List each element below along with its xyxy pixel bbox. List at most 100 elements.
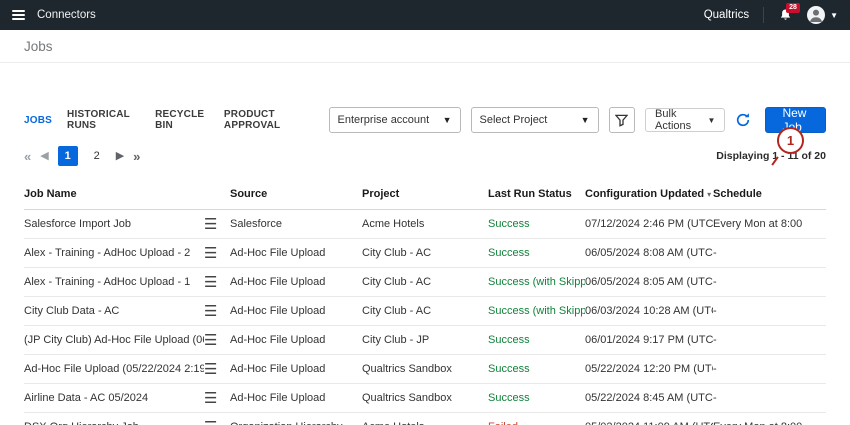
row-menu-icon[interactable]: ☰ (204, 303, 217, 320)
schedule-cell: - (713, 326, 826, 355)
last-run-status-cell: Failed (488, 413, 585, 425)
row-menu-icon[interactable]: ☰ (204, 245, 217, 262)
column-header-source[interactable]: Source (230, 179, 362, 210)
last-page-button[interactable]: » (133, 150, 140, 163)
filter-funnel-icon (615, 114, 628, 127)
project-select[interactable]: Select Project ▼ (471, 107, 599, 133)
source-cell: Ad-Hoc File Upload (230, 239, 362, 268)
chevron-down-icon: ▼ (830, 11, 838, 20)
job-name-cell[interactable]: DSX Org Hierarchy Job (24, 413, 204, 425)
configuration-updated-cell: 05/02/2024 11:09 AM (UTC-... (585, 413, 713, 425)
row-menu-cell: ☰ (204, 413, 230, 425)
top-bar: Connectors Qualtrics 28 ▼ (0, 0, 850, 30)
tab-product-approval[interactable]: PRODUCT APPROVAL (224, 109, 309, 131)
main-content: 1 JOBS HISTORICAL RUNS RECYCLE BIN PRODU… (0, 63, 850, 425)
refresh-button[interactable] (735, 112, 751, 128)
row-menu-cell: ☰ (204, 268, 230, 297)
notification-count-badge: 28 (786, 3, 800, 13)
tab-jobs[interactable]: JOBS (24, 115, 52, 126)
job-name-cell[interactable]: Alex - Training - AdHoc Upload - 2 (24, 239, 204, 268)
person-icon (807, 6, 825, 24)
job-name-cell[interactable]: City Club Data - AC (24, 297, 204, 326)
previous-page-button[interactable]: ◀ (40, 151, 48, 162)
job-name-cell[interactable]: (JP City Club) Ad-Hoc File Upload (06/01… (24, 326, 204, 355)
row-menu-icon[interactable]: ☰ (204, 274, 217, 291)
table-row: Alex - Training - AdHoc Upload - 2☰ Ad-Ho… (24, 239, 826, 268)
tab-bar: JOBS HISTORICAL RUNS RECYCLE BIN PRODUCT… (24, 109, 309, 131)
row-menu-icon[interactable]: ☰ (204, 390, 217, 407)
source-cell: Ad-Hoc File Upload (230, 297, 362, 326)
configuration-updated-cell: 06/05/2024 8:05 AM (UTC-0... (585, 268, 713, 297)
job-name-cell[interactable]: Airline Data - AC 05/2024 (24, 384, 204, 413)
displaying-summary: Displaying 1 - 11 of 20 (716, 150, 826, 162)
sort-caret-icon: ▾ (707, 190, 711, 199)
row-menu-icon[interactable]: ☰ (204, 361, 217, 378)
last-run-status-cell: Success (488, 384, 585, 413)
bulk-actions-button[interactable]: Bulk Actions ▼ (645, 108, 725, 132)
column-header-project[interactable]: Project (362, 179, 488, 210)
row-menu-icon[interactable]: ☰ (204, 332, 217, 349)
jobs-table-body: Salesforce Import Job☰SalesforceAcme Hot… (24, 210, 826, 425)
project-cell: Qualtrics Sandbox (362, 355, 488, 384)
table-row: Airline Data - AC 05/2024☰ Ad-Hoc File Up… (24, 384, 826, 413)
account-menu[interactable]: ▼ (807, 6, 838, 24)
table-header-row: Job Name Source Project Last Run Status … (24, 179, 826, 210)
topbar-divider (763, 7, 764, 23)
column-header-configuration-updated[interactable]: Configuration Updated▾ (585, 179, 713, 210)
filter-button[interactable] (609, 107, 636, 133)
column-header-last-run-status[interactable]: Last Run Status (488, 179, 585, 210)
qualtrics-brand-link[interactable]: Qualtrics (704, 9, 749, 21)
schedule-cell: - (713, 239, 826, 268)
source-cell: Salesforce (230, 210, 362, 239)
notifications-bell-icon[interactable]: 28 (778, 8, 793, 23)
hamburger-menu-icon[interactable] (12, 10, 25, 20)
source-cell: Ad-Hoc File Upload (230, 384, 362, 413)
configuration-updated-cell: 05/22/2024 12:20 PM (UTC-... (585, 355, 713, 384)
row-menu-icon[interactable]: ☰ (204, 419, 217, 425)
row-menu-cell: ☰ (204, 326, 230, 355)
row-menu-icon[interactable]: ☰ (204, 216, 217, 233)
job-name-cell[interactable]: Ad-Hoc File Upload (05/22/2024 2:19 PM .… (24, 355, 204, 384)
schedule-cell: - (713, 268, 826, 297)
row-menu-cell: ☰ (204, 239, 230, 268)
avatar (807, 6, 825, 24)
column-header-job-name[interactable]: Job Name (24, 179, 204, 210)
configuration-updated-cell: 06/03/2024 10:28 AM (UTC-... (585, 297, 713, 326)
project-cell: Qualtrics Sandbox (362, 384, 488, 413)
job-name-cell[interactable]: Alex - Training - AdHoc Upload - 1 (24, 268, 204, 297)
source-cell: Ad-Hoc File Upload (230, 268, 362, 297)
last-run-status-cell: Success (with Skipp... (488, 297, 585, 326)
job-name-cell[interactable]: Salesforce Import Job (24, 210, 204, 239)
refresh-icon (735, 112, 751, 128)
table-row: DSX Org Hierarchy Job☰Organization Hiera… (24, 413, 826, 425)
row-menu-cell: ☰ (204, 210, 230, 239)
next-page-button[interactable]: ▶ (116, 151, 124, 162)
annotation-circle-1: 1 (777, 127, 804, 154)
tab-historical-runs[interactable]: HISTORICAL RUNS (67, 109, 140, 131)
app-label: Connectors (37, 9, 96, 21)
page-button-2[interactable]: 2 (87, 146, 107, 166)
table-row: Salesforce Import Job☰SalesforceAcme Hot… (24, 210, 826, 239)
first-page-button[interactable]: « (24, 150, 31, 163)
schedule-cell: Every Mon at 8:00 (713, 413, 826, 425)
last-run-status-cell: Success (with Skipp... (488, 268, 585, 297)
jobs-table: Job Name Source Project Last Run Status … (24, 179, 826, 425)
configuration-updated-cell: 06/01/2024 9:17 PM (UTC-0... (585, 326, 713, 355)
page-button-1[interactable]: 1 (58, 146, 78, 166)
account-select[interactable]: Enterprise account ▼ (329, 107, 461, 133)
project-cell: City Club - AC (362, 297, 488, 326)
column-header-menu (204, 179, 230, 210)
tab-recycle-bin[interactable]: RECYCLE BIN (155, 109, 209, 131)
row-menu-cell: ☰ (204, 297, 230, 326)
table-row: Ad-Hoc File Upload (05/22/2024 2:19 PM .… (24, 355, 826, 384)
last-run-status-cell: Success (488, 210, 585, 239)
source-cell: Ad-Hoc File Upload (230, 355, 362, 384)
column-header-schedule[interactable]: Schedule (713, 179, 826, 210)
table-row: City Club Data - AC☰ Ad-Hoc File UploadCi… (24, 297, 826, 326)
configuration-updated-cell: 06/05/2024 8:08 AM (UTC-0... (585, 239, 713, 268)
schedule-cell: - (713, 355, 826, 384)
schedule-cell: - (713, 384, 826, 413)
page-title: Jobs (24, 39, 53, 54)
source-cell: Ad-Hoc File Upload (230, 326, 362, 355)
configuration-updated-cell: 07/12/2024 2:46 PM (UTC-0... (585, 210, 713, 239)
